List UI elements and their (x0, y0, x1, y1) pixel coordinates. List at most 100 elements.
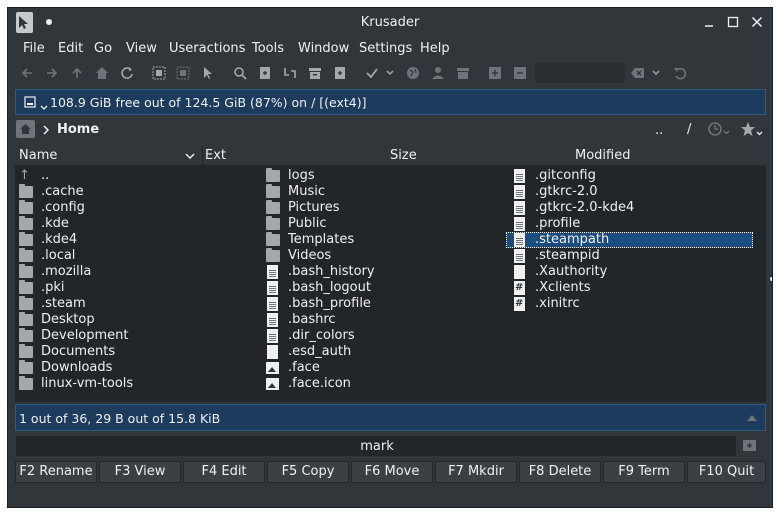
terminal-icon[interactable] (741, 437, 759, 455)
file-item[interactable]: .Xauthority (509, 264, 749, 280)
history-icon[interactable] (707, 121, 731, 139)
file-item[interactable]: .kde4 (15, 232, 255, 248)
menu-window[interactable]: Window (298, 41, 349, 56)
command-line[interactable]: mark (15, 435, 737, 457)
clear-dropdown-icon[interactable] (651, 65, 661, 81)
select-all-icon[interactable] (151, 65, 167, 81)
toolbar-search-field[interactable] (535, 63, 625, 83)
minimize-icon[interactable] (702, 15, 716, 29)
file-item[interactable]: Pictures (262, 200, 502, 216)
file-item[interactable]: .mozilla (15, 264, 255, 280)
user-icon[interactable] (430, 65, 446, 81)
zoom-in-icon[interactable] (487, 65, 503, 81)
globe-icon[interactable] (405, 65, 421, 81)
up-icon[interactable] (69, 65, 85, 81)
parent-dir-button[interactable]: .. (655, 123, 663, 138)
disk-icon[interactable] (24, 96, 36, 108)
file-item[interactable]: .profile (509, 216, 749, 232)
column-modified[interactable]: Modified (575, 148, 630, 163)
menu-view[interactable]: View (126, 41, 157, 56)
check-icon[interactable] (364, 65, 380, 81)
file-item[interactable]: linux-vm-tools (15, 376, 255, 392)
file-item[interactable]: .bash_logout (262, 280, 502, 296)
file-item[interactable]: .esd_auth (262, 344, 502, 360)
file-item[interactable]: .face.icon (262, 376, 502, 392)
file-item[interactable]: .config (15, 200, 255, 216)
file-item[interactable]: Desktop (15, 312, 255, 328)
file-item[interactable]: Development (15, 328, 255, 344)
file-item[interactable]: Documents (15, 344, 255, 360)
home-icon[interactable] (94, 65, 110, 81)
chevron-down-icon[interactable] (40, 100, 48, 110)
file-item[interactable]: .kde (15, 216, 255, 232)
text-file-icon (514, 201, 525, 215)
file-item[interactable]: Music (262, 184, 502, 200)
maximize-icon[interactable] (726, 15, 740, 29)
pointer-icon[interactable] (200, 65, 216, 81)
bookmark-star-icon[interactable] (740, 121, 764, 139)
menu-tools[interactable]: Tools (252, 41, 284, 56)
close-icon[interactable] (750, 15, 764, 29)
add-icon[interactable] (332, 65, 348, 81)
f10-quit-button[interactable]: F10 Quit (687, 461, 766, 483)
file-item[interactable]: Videos (262, 248, 502, 264)
f5-copy-button[interactable]: F5 Copy (267, 461, 349, 483)
file-item[interactable]: .gtkrc-2.0 (509, 184, 749, 200)
file-item[interactable]: .steampath (506, 232, 753, 248)
menu-settings[interactable]: Settings (359, 41, 412, 56)
f3-view-button[interactable]: F3 View (99, 461, 181, 483)
f2-rename-button[interactable]: F2 Rename (15, 461, 97, 483)
file-item[interactable]: .dir_colors (262, 328, 502, 344)
column-size[interactable]: Size (390, 148, 417, 163)
column-name[interactable]: Name (19, 146, 203, 166)
menu-help[interactable]: Help (420, 41, 450, 56)
file-item[interactable]: .Xclients (509, 280, 749, 296)
f8-delete-button[interactable]: F8 Delete (519, 461, 601, 483)
sync-icon[interactable] (282, 65, 298, 81)
chevron-up-icon[interactable] (747, 415, 757, 421)
forward-icon[interactable] (44, 65, 60, 81)
f7-mkdir-button[interactable]: F7 Mkdir (435, 461, 517, 483)
menu-useractions[interactable]: Useractions (169, 41, 245, 56)
menu-edit[interactable]: Edit (58, 41, 83, 56)
undo-icon[interactable] (672, 65, 688, 81)
file-item[interactable]: .steampid (509, 248, 749, 264)
unselect-icon[interactable] (175, 65, 191, 81)
sort-chevron-icon[interactable] (185, 153, 195, 161)
file-item[interactable]: logs (262, 168, 502, 184)
trash-icon[interactable] (455, 65, 471, 81)
file-item[interactable]: .bashrc (262, 312, 502, 328)
back-icon[interactable] (19, 65, 35, 81)
file-item[interactable]: .bash_profile (262, 296, 502, 312)
search-icon[interactable] (232, 65, 248, 81)
file-item[interactable]: .face (262, 360, 502, 376)
file-item[interactable]: Templates (262, 232, 502, 248)
f9-term-button[interactable]: F9 Term (603, 461, 685, 483)
file-item[interactable]: .xinitrc (509, 296, 749, 312)
new-file-icon[interactable] (257, 65, 273, 81)
file-item[interactable]: .bash_history (262, 264, 502, 280)
clear-icon[interactable] (630, 65, 646, 81)
scroll-indicator[interactable] (770, 277, 772, 281)
file-item[interactable]: .pki (15, 280, 255, 296)
root-dir-button[interactable]: / (687, 122, 691, 137)
file-item[interactable]: .local (15, 248, 255, 264)
f6-move-button[interactable]: F6 Move (351, 461, 433, 483)
path-label[interactable]: Home (57, 122, 99, 137)
file-item[interactable]: .gtkrc-2.0-kde4 (509, 200, 749, 216)
archive-icon[interactable] (307, 65, 323, 81)
refresh-icon[interactable] (119, 65, 135, 81)
zoom-out-icon[interactable] (512, 65, 528, 81)
menu-file[interactable]: File (23, 41, 45, 56)
check-dropdown-icon[interactable] (385, 65, 395, 81)
file-item[interactable]: .cache (15, 184, 255, 200)
file-item[interactable]: Downloads (15, 360, 255, 376)
f4-edit-button[interactable]: F4 Edit (183, 461, 265, 483)
file-item[interactable]: .steam (15, 296, 255, 312)
home-folder-icon[interactable] (16, 120, 35, 138)
file-item[interactable]: ↑.. (15, 168, 255, 184)
file-item[interactable]: Public (262, 216, 502, 232)
file-item[interactable]: .gitconfig (509, 168, 749, 184)
column-ext[interactable]: Ext (205, 148, 226, 163)
menu-go[interactable]: Go (94, 41, 112, 56)
